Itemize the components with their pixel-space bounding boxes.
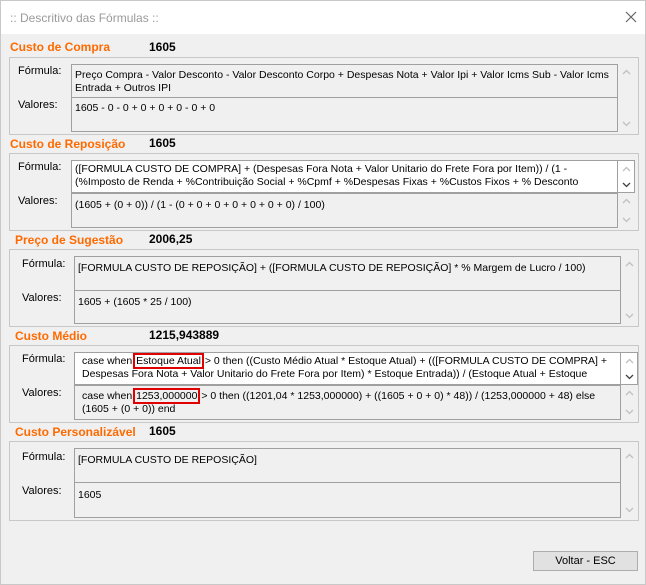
- scroll-down-button[interactable]: [621, 308, 638, 324]
- scroll-up-button[interactable]: [618, 193, 635, 209]
- chevron-down-icon: [625, 313, 634, 319]
- scroll-down-button[interactable]: [621, 404, 638, 420]
- voltar-esc-button[interactable]: Voltar - ESC: [533, 551, 638, 571]
- formula-text: [FORMULA CUSTO DE REPOSIÇÃO] + ([FORMULA…: [78, 262, 586, 274]
- section-title-custo-reposicao: Custo de Reposição: [10, 137, 126, 151]
- formula-scrollbar[interactable]: [618, 160, 635, 193]
- formula-textbox[interactable]: ([FORMULA CUSTO DE COMPRA] + (Despesas F…: [71, 160, 618, 193]
- values-text: 1605 + (1605 * 25 / 100): [78, 296, 192, 308]
- formula-textbox[interactable]: case when Estoque Atual > 0 then ((Custo…: [74, 352, 621, 385]
- chevron-up-icon: [625, 453, 634, 459]
- scroll-down-button[interactable]: [618, 212, 635, 228]
- highlighted-term: Estoque Atual: [133, 353, 204, 369]
- section-value-preco-sugestao: 2006,25: [149, 232, 193, 246]
- chevron-down-icon: [622, 182, 631, 187]
- formula-text: case when Estoque Atual > 0 then ((Custo…: [82, 353, 617, 381]
- values-label: Valores:: [22, 292, 62, 304]
- values-text-pre: case when: [82, 390, 136, 402]
- formula-text: Preço Compra - Valor Desconto - Valor De…: [75, 69, 609, 94]
- chevron-down-icon: [625, 374, 634, 379]
- section-group-preco-sugestao: Fórmula: Valores: [FORMULA CUSTO DE REPO…: [9, 249, 639, 327]
- chevron-up-icon: [622, 198, 631, 204]
- values-text: 1605 - 0 - 0 + 0 + 0 + 0 - 0 + 0: [75, 102, 216, 114]
- section-value-custo-compra: 1605: [149, 40, 176, 54]
- values-text: 1605: [78, 489, 102, 501]
- section-group-custo-reposicao: Fórmula: Valores: ([FORMULA CUSTO DE COM…: [9, 153, 639, 231]
- chevron-up-icon: [625, 261, 634, 267]
- formula-scrollbar[interactable]: [621, 256, 638, 324]
- formula-label: Fórmula:: [18, 65, 62, 77]
- formula-description-window: :: Descritivo das Fórmulas :: Custo de C…: [0, 0, 646, 585]
- scroll-up-button[interactable]: [621, 353, 638, 368]
- chevron-down-icon: [625, 409, 634, 415]
- formula-text-pre: case when: [82, 355, 136, 367]
- highlighted-value: 1253,000000: [133, 388, 201, 404]
- chevron-down-icon: [625, 507, 634, 513]
- scroll-down-button[interactable]: [621, 369, 638, 384]
- scroll-up-button[interactable]: [618, 64, 635, 80]
- scroll-down-button[interactable]: [621, 502, 638, 518]
- scroll-up-button[interactable]: [621, 448, 638, 464]
- section-value-custo-personalizavel: 1605: [149, 424, 176, 438]
- title-bar: :: Descritivo das Fórmulas ::: [1, 1, 645, 34]
- values-scrollbar[interactable]: [621, 385, 638, 420]
- formula-scrollbar[interactable]: [618, 64, 635, 132]
- section-value-custo-medio: 1215,943889: [149, 328, 220, 342]
- scroll-down-button[interactable]: [618, 116, 635, 132]
- section-group-custo-personalizavel: Fórmula: Valores: [FORMULA CUSTO DE REPO…: [9, 441, 639, 521]
- values-scrollbar[interactable]: [618, 193, 635, 228]
- close-button[interactable]: [617, 5, 645, 29]
- chevron-up-icon: [622, 69, 631, 75]
- values-label: Valores:: [18, 99, 58, 111]
- formula-label: Fórmula:: [18, 161, 62, 173]
- chevron-down-icon: [622, 121, 631, 127]
- values-label: Valores:: [18, 195, 58, 207]
- chevron-up-icon: [622, 166, 631, 171]
- section-title-preco-sugestao: Preço de Sugestão: [15, 233, 124, 247]
- formula-label: Fórmula:: [22, 451, 66, 463]
- formula-scrollbar[interactable]: [621, 448, 638, 518]
- section-title-custo-medio: Custo Médio: [15, 329, 87, 343]
- formula-label: Fórmula:: [22, 353, 66, 365]
- chevron-down-icon: [622, 217, 631, 223]
- values-textbox[interactable]: (1605 + (0 + 0)) / (1 - (0 + 0 + 0 + 0 +…: [71, 193, 618, 228]
- chevron-up-icon: [625, 390, 634, 396]
- values-textbox[interactable]: case when 1253,000000 > 0 then ((1201,04…: [74, 385, 621, 420]
- scroll-up-button[interactable]: [621, 385, 638, 401]
- section-title-custo-personalizavel: Custo Personalizável: [15, 425, 136, 439]
- section-group-custo-compra: Fórmula: Valores: Preço Compra - Valor D…: [9, 57, 639, 135]
- close-icon: [625, 11, 637, 23]
- values-label: Valores:: [22, 387, 62, 399]
- formula-text: [FORMULA CUSTO DE REPOSIÇÃO]: [78, 454, 257, 466]
- formula-label: Fórmula:: [22, 258, 66, 270]
- values-label: Valores:: [22, 485, 62, 497]
- formula-text: ([FORMULA CUSTO DE COMPRA] + (Despesas F…: [75, 163, 579, 188]
- scroll-down-button[interactable]: [618, 177, 635, 192]
- formula-textbox[interactable]: [FORMULA CUSTO DE REPOSIÇÃO] 1605: [74, 448, 621, 518]
- chevron-up-icon: [625, 358, 634, 363]
- formula-scrollbar[interactable]: [621, 352, 638, 385]
- window-title: :: Descritivo das Fórmulas ::: [10, 11, 159, 25]
- section-value-custo-reposicao: 1605: [149, 136, 176, 150]
- section-group-custo-medio: Fórmula: Valores: case when Estoque Atua…: [9, 345, 639, 423]
- formula-textbox[interactable]: [FORMULA CUSTO DE REPOSIÇÃO] + ([FORMULA…: [74, 256, 621, 324]
- values-text: case when 1253,000000 > 0 then ((1201,04…: [82, 388, 617, 416]
- values-text: (1605 + (0 + 0)) / (1 - (0 + 0 + 0 + 0 +…: [75, 199, 325, 211]
- formula-textbox[interactable]: Preço Compra - Valor Desconto - Valor De…: [71, 64, 618, 132]
- scroll-up-button[interactable]: [621, 256, 638, 272]
- section-title-custo-compra: Custo de Compra: [10, 40, 111, 54]
- scroll-up-button[interactable]: [618, 161, 635, 176]
